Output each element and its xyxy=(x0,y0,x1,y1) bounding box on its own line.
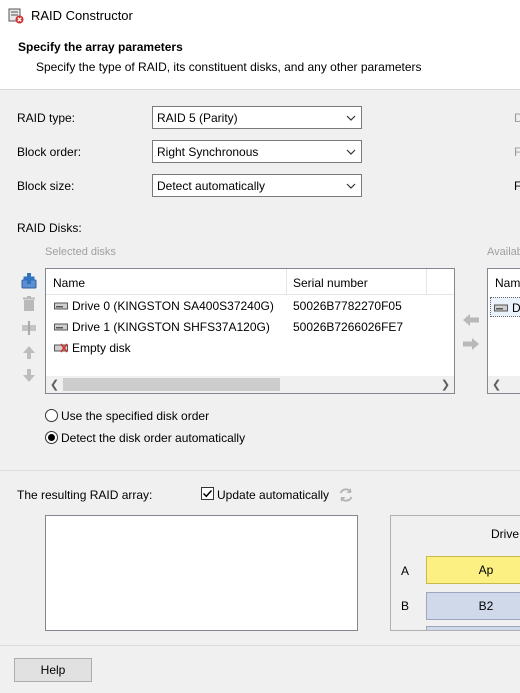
move-up-icon[interactable] xyxy=(20,343,38,361)
column-serial[interactable]: Serial number xyxy=(293,276,368,290)
section-divider xyxy=(0,470,520,471)
table-row[interactable]: Drive 1 (KINGSTON SHFS37A120G) 50026B726… xyxy=(46,317,454,338)
raid-constructor-icon xyxy=(8,8,24,24)
column-name[interactable]: Name xyxy=(53,276,85,290)
move-left-arrow-icon[interactable] xyxy=(462,313,480,327)
hard-drive-icon xyxy=(54,302,68,310)
raid-disks-label: RAID Disks: xyxy=(17,221,82,235)
disk-name: Drive 1 (KINGSTON SHFS37A120G) xyxy=(72,320,270,334)
raid-type-value: RAID 5 (Parity) xyxy=(157,111,238,125)
move-down-icon[interactable] xyxy=(20,367,38,385)
horizontal-scrollbar[interactable]: ❮ ❯ xyxy=(46,376,454,393)
grid-cell: Ap xyxy=(426,556,520,584)
block-size-value: Detect automatically xyxy=(157,179,266,193)
table-row[interactable]: Drive 0 (KINGSTON SA400S37240G) 50026B77… xyxy=(46,296,454,317)
disk-name: Drive 0 (KINGSTON SA400S37240G) xyxy=(72,299,274,313)
title-bar: RAID Constructor xyxy=(0,0,520,31)
table-row[interactable]: Empty disk xyxy=(46,338,454,359)
auto-order-label[interactable]: Detect the disk order automatically xyxy=(61,431,245,445)
wizard-header: Specify the array parameters Specify the… xyxy=(0,31,520,90)
grid-drive-header: Drive xyxy=(491,527,520,541)
raid-type-select[interactable]: RAID 5 (Parity) xyxy=(152,106,362,129)
scroll-left-icon[interactable]: ❮ xyxy=(492,378,501,391)
edge-label-1: D xyxy=(514,111,520,125)
window-title: RAID Constructor xyxy=(31,8,133,23)
grid-cell: B2 xyxy=(426,592,520,620)
block-order-label: Block order: xyxy=(17,145,82,159)
auto-order-radio[interactable] xyxy=(45,431,58,444)
hard-drive-icon xyxy=(494,304,508,312)
edge-label-3: F xyxy=(514,179,520,193)
column-separator xyxy=(286,269,287,295)
selected-disks-caption: Selected disks xyxy=(45,246,116,258)
horizontal-scrollbar[interactable]: ❮ xyxy=(488,376,520,393)
available-column-name[interactable]: Name xyxy=(495,276,520,290)
chevron-down-icon xyxy=(346,183,356,189)
replace-disk-icon[interactable] xyxy=(20,319,38,337)
delete-disk-icon[interactable] xyxy=(20,295,38,313)
edge-label-2: F xyxy=(514,145,520,159)
available-disk-name: D xyxy=(512,301,520,315)
hard-drive-icon xyxy=(54,323,68,331)
page-title: Specify the array parameters xyxy=(18,40,183,54)
raid-layout-grid: Drive A Ap B B2 xyxy=(390,515,520,631)
grid-cell-partial xyxy=(426,626,520,630)
column-separator xyxy=(426,269,427,295)
selected-disks-list[interactable]: Name Serial number Drive 0 (KINGSTON SA4… xyxy=(45,268,455,394)
raid-type-label: RAID type: xyxy=(17,111,76,125)
disk-name: Empty disk xyxy=(72,341,131,355)
specified-order-radio[interactable] xyxy=(45,409,58,422)
block-size-label: Block size: xyxy=(17,179,75,193)
block-order-value: Right Synchronous xyxy=(157,145,259,159)
available-disks-caption: Availab xyxy=(487,246,520,258)
result-label: The resulting RAID array: xyxy=(17,488,153,502)
add-disk-icon[interactable] xyxy=(20,272,38,290)
update-automatically-checkbox[interactable] xyxy=(201,487,214,500)
page-subtitle: Specify the type of RAID, its constituen… xyxy=(36,60,422,74)
grid-row-letter: A xyxy=(401,564,410,578)
list-header: Name Serial number xyxy=(46,269,454,295)
block-size-select[interactable]: Detect automatically xyxy=(152,174,362,197)
update-automatically-label[interactable]: Update automatically xyxy=(217,488,329,502)
disk-serial: 50026B7782270F05 xyxy=(293,299,402,313)
refresh-icon[interactable] xyxy=(337,486,355,504)
move-right-arrow-icon[interactable] xyxy=(462,337,480,351)
scroll-left-icon[interactable]: ❮ xyxy=(46,376,63,393)
available-disks-list[interactable]: Name D ❮ xyxy=(487,268,520,394)
help-button[interactable]: Help xyxy=(14,658,92,682)
specified-order-label[interactable]: Use the specified disk order xyxy=(61,409,209,423)
grid-row-letter: B xyxy=(401,599,410,613)
empty-disk-icon xyxy=(54,343,68,353)
footer-divider xyxy=(0,645,520,646)
available-list-item[interactable]: D xyxy=(490,297,520,317)
scrollbar-thumb[interactable] xyxy=(63,378,280,391)
result-array-box xyxy=(45,515,358,631)
chevron-down-icon xyxy=(346,149,356,155)
check-icon xyxy=(202,489,213,498)
scroll-right-icon[interactable]: ❯ xyxy=(437,376,454,393)
chevron-down-icon xyxy=(346,115,356,121)
disk-serial: 50026B7266026FE7 xyxy=(293,320,404,334)
block-order-select[interactable]: Right Synchronous xyxy=(152,140,362,163)
